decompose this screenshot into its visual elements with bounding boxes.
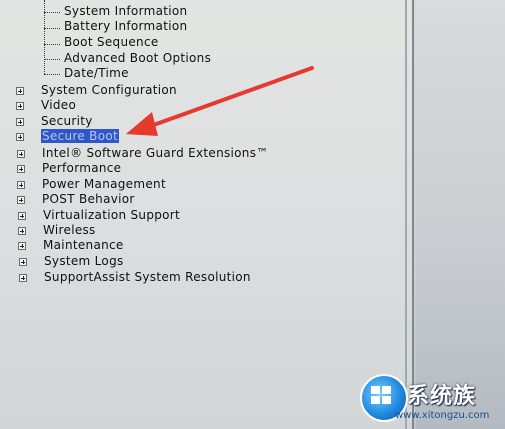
watermark-logo: 系统族 www.xitongzu.com — [355, 372, 505, 429]
windows-logo-icon — [371, 386, 393, 406]
annotation-arrow-icon — [126, 66, 314, 136]
watermark-url-text: www.xitongzu.com — [395, 410, 490, 421]
watermark-brand-text: 系统族 — [407, 384, 477, 409]
bios-screen: System Information Battery Information B… — [0, 0, 505, 429]
